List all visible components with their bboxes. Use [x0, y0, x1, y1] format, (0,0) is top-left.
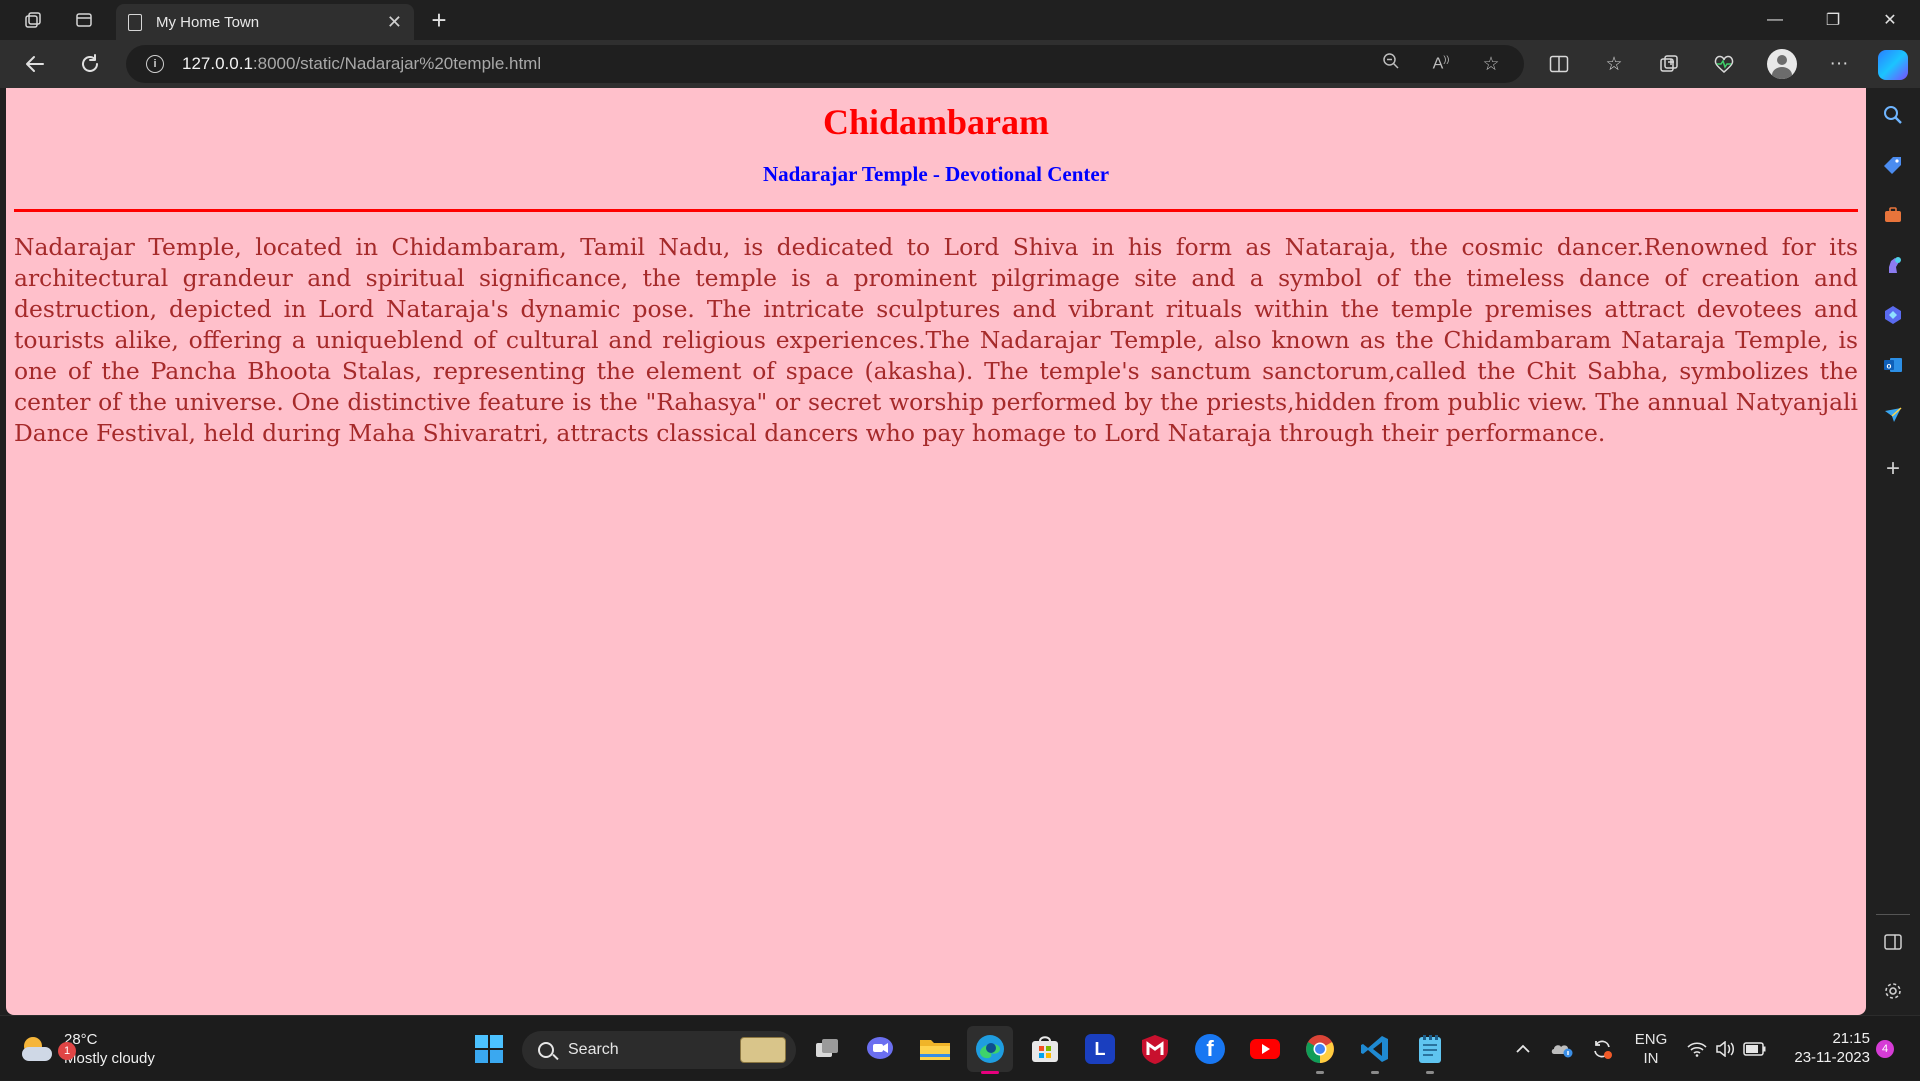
clock-time: 21:15	[1832, 1030, 1870, 1047]
weather-widget[interactable]: 1 28°C Mostly cloudy	[20, 1030, 155, 1068]
weather-condition: Mostly cloudy	[64, 1050, 155, 1067]
browser-title-bar: My Home Town ✕ + — ❐ ✕	[0, 0, 1920, 40]
facebook-letter: f	[1195, 1034, 1225, 1064]
temple-description: Nadarajar Temple, located in Chidambaram…	[14, 233, 1858, 448]
l-app-letter: L	[1085, 1034, 1115, 1064]
tab-close-icon[interactable]: ✕	[387, 12, 402, 33]
more-icon[interactable]: ···	[1817, 44, 1861, 84]
running-app-indicator	[1426, 1071, 1434, 1074]
add-icon[interactable]: +	[1874, 450, 1912, 488]
wifi-icon[interactable]	[1684, 1016, 1710, 1081]
mcafee-icon[interactable]	[1132, 1026, 1178, 1072]
youtube-icon[interactable]	[1242, 1026, 1288, 1072]
running-app-indicator	[1371, 1071, 1379, 1074]
new-tab-button[interactable]: +	[421, 2, 457, 38]
horizontal-rule	[14, 209, 1858, 213]
search-label: Search	[568, 1041, 619, 1058]
show-hidden-icons-chevron-icon[interactable]	[1512, 1016, 1534, 1081]
site-info-icon[interactable]: i	[146, 55, 164, 73]
clock-date: 23-11-2023	[1794, 1049, 1870, 1066]
sidebar-toggle-icon[interactable]	[1874, 923, 1912, 961]
copilot-icon[interactable]	[1878, 50, 1908, 80]
search-icon	[538, 1042, 554, 1058]
language-code: ENG	[1634, 1030, 1668, 1048]
start-button[interactable]	[466, 1026, 512, 1072]
tools-icon[interactable]	[1874, 196, 1912, 234]
battery-icon[interactable]	[1740, 1016, 1770, 1081]
l-app-icon[interactable]: L	[1077, 1026, 1123, 1072]
chrome-icon[interactable]	[1297, 1026, 1343, 1074]
address-bar[interactable]: i 127.0.0.1:8000/static/Nadarajar%20temp…	[126, 45, 1524, 83]
profile-avatar[interactable]	[1767, 49, 1797, 79]
search-highlight-image	[740, 1037, 786, 1063]
close-window-button[interactable]: ✕	[1862, 0, 1918, 40]
tab-actions-icon[interactable]	[64, 0, 104, 40]
browser-essentials-icon[interactable]	[1702, 44, 1746, 84]
back-button[interactable]	[15, 44, 55, 84]
page-document-icon	[128, 13, 142, 31]
page-title: Chidambaram	[822, 102, 1050, 142]
svg-text:o: o	[1887, 362, 1892, 371]
temperature: 28°C	[64, 1031, 98, 1048]
page-viewport: Chidambaram Nadarajar Temple - Devotiona…	[6, 88, 1866, 1015]
vscode-icon[interactable]	[1352, 1026, 1398, 1074]
search-icon[interactable]	[1874, 96, 1912, 134]
shopping-tag-icon[interactable]	[1874, 146, 1912, 184]
system-clock[interactable]: 21:15 23-11-2023	[1778, 1029, 1870, 1067]
zoom-out-icon[interactable]	[1366, 52, 1416, 76]
taskbar-search[interactable]: Search	[522, 1031, 796, 1069]
sync-icon[interactable]	[1588, 1016, 1616, 1081]
games-icon[interactable]	[1874, 246, 1912, 284]
volume-icon[interactable]	[1712, 1016, 1738, 1081]
file-explorer-icon[interactable]	[912, 1026, 958, 1072]
minimize-button[interactable]: —	[1747, 0, 1803, 40]
weather-badge: 1	[58, 1042, 76, 1060]
outlook-icon[interactable]: o	[1874, 346, 1912, 384]
tab-title: My Home Town	[156, 13, 260, 31]
favorite-star-icon[interactable]: ☆	[1466, 53, 1516, 76]
url-host: 127.0.0.1	[182, 54, 253, 73]
read-aloud-icon[interactable]: A))	[1416, 54, 1466, 73]
task-view-icon[interactable]	[804, 1026, 850, 1072]
url-path: :8000/static/Nadarajar%20temple.html	[252, 54, 542, 73]
teams-chat-icon[interactable]	[857, 1026, 903, 1072]
onedrive-icon[interactable]	[1548, 1016, 1576, 1081]
refresh-button[interactable]	[70, 44, 110, 84]
partly-cloudy-icon	[20, 1035, 54, 1063]
notepad-icon[interactable]	[1407, 1026, 1453, 1074]
workspaces-icon[interactable]	[13, 0, 53, 40]
page-subtitle: Nadarajar Temple - Devotional Center	[762, 162, 1110, 187]
facebook-icon[interactable]: f	[1187, 1026, 1233, 1072]
running-app-indicator	[1316, 1071, 1324, 1074]
windows-taskbar: 1 28°C Mostly cloudy Search L f ENG IN 2…	[0, 1015, 1920, 1080]
drop-icon[interactable]	[1874, 396, 1912, 434]
collections-icon[interactable]	[1647, 44, 1691, 84]
restore-button[interactable]: ❐	[1805, 0, 1861, 40]
microsoft-store-icon[interactable]	[1022, 1026, 1068, 1072]
edge-sidebar: o +	[1866, 88, 1920, 1015]
split-screen-icon[interactable]	[1537, 44, 1581, 84]
active-app-indicator	[981, 1071, 999, 1074]
address-toolbar: i 127.0.0.1:8000/static/Nadarajar%20temp…	[0, 40, 1920, 88]
notification-badge[interactable]: 4	[1876, 1040, 1894, 1058]
settings-icon[interactable]	[1874, 972, 1912, 1010]
edge-icon[interactable]	[967, 1026, 1013, 1074]
sidebar-divider	[1876, 914, 1910, 915]
language-indicator[interactable]: ENG IN	[1626, 1016, 1676, 1081]
favorites-icon[interactable]: ☆	[1592, 44, 1636, 84]
copilot-sidebar-icon[interactable]	[1874, 296, 1912, 334]
tab-my-home-town[interactable]: My Home Town ✕	[116, 4, 414, 40]
region-code: IN	[1643, 1049, 1659, 1067]
